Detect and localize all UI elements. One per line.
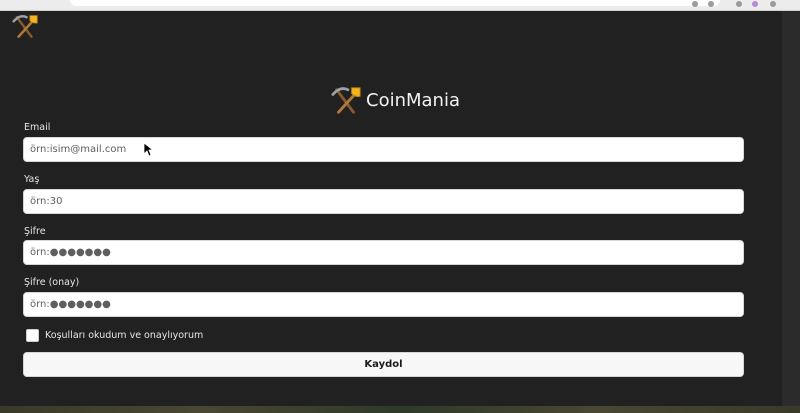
password-label: Şifre xyxy=(24,226,46,237)
password-confirm-label: Şifre (onay) xyxy=(24,277,80,288)
extension-icon[interactable] xyxy=(708,1,714,7)
mouse-cursor-icon xyxy=(144,143,154,157)
taskbar-strip xyxy=(0,406,800,413)
age-field[interactable] xyxy=(23,189,744,214)
register-button[interactable]: Kaydol xyxy=(23,352,744,377)
password-field[interactable] xyxy=(23,240,744,265)
browser-toolbar-strip xyxy=(0,0,800,11)
pick-shovel-icon[interactable] xyxy=(12,14,38,40)
brand-header: CoinMania xyxy=(330,86,460,116)
extension-icon[interactable] xyxy=(692,1,698,7)
age-label: Yaş xyxy=(24,174,40,185)
terms-checkbox[interactable] xyxy=(26,329,39,342)
avatar-icon[interactable] xyxy=(752,1,758,7)
terms-label: Koşulları okudum ve onaylıyorum xyxy=(45,330,204,341)
scrollbar[interactable] xyxy=(782,11,800,406)
email-field[interactable] xyxy=(23,137,744,162)
password-confirm-field[interactable] xyxy=(23,292,744,317)
menu-icon[interactable] xyxy=(770,1,776,7)
email-label: Email xyxy=(24,122,51,133)
terms-row[interactable]: Koşulları okudum ve onaylıyorum xyxy=(26,329,203,342)
pick-shovel-icon xyxy=(331,87,361,114)
profile-icon[interactable] xyxy=(736,1,742,7)
brand-name: CoinMania xyxy=(366,90,460,111)
address-bar[interactable] xyxy=(70,0,720,6)
